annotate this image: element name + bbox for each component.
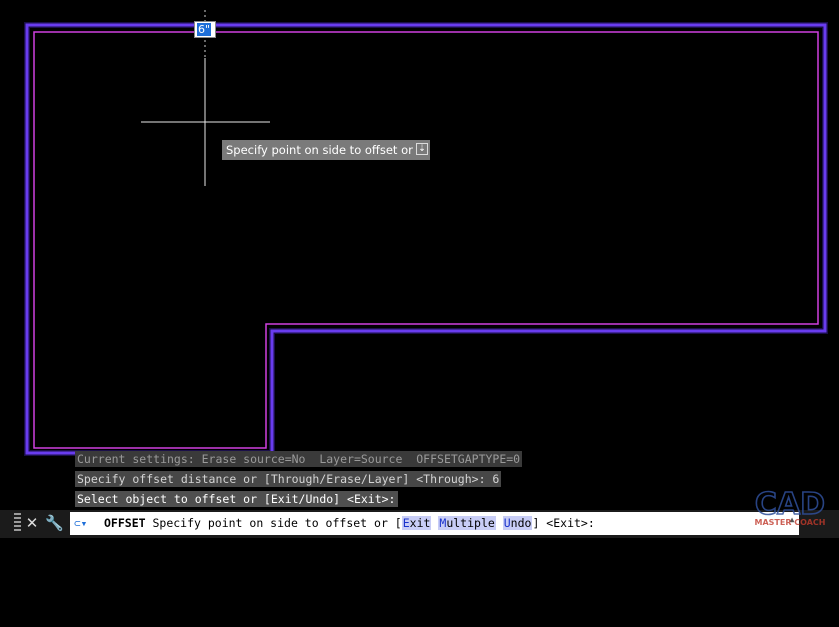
offset-outline-outer-glow	[24, 22, 828, 456]
logo-top-text: CAD	[755, 487, 825, 522]
command-prompt-text: Specify point on side to offset or [	[145, 516, 402, 530]
command-prompt: OFFSET Specify point on side to offset o…	[104, 512, 595, 535]
recent-commands-icon[interactable]: ⊂▾	[74, 516, 98, 531]
command-input[interactable]: ⊂▾ OFFSET Specify point on side to offse…	[70, 512, 799, 535]
command-prompt-suffix: ] <Exit>:	[532, 516, 595, 530]
close-icon[interactable]: ✕	[25, 513, 39, 533]
command-history-line: Current settings: Erase source=No Layer=…	[75, 451, 523, 467]
command-line-bar: ✕ 🔧 ⊂▾ OFFSET Specify point on side to o…	[0, 510, 839, 538]
tooltip-options-icon[interactable]: ⇣	[416, 143, 428, 155]
drag-handle-icon[interactable]	[14, 513, 21, 533]
command-prompt-tooltip: Specify point on side to offset or ⇣	[222, 140, 430, 160]
option-undo[interactable]: Undo	[502, 516, 533, 530]
dynamic-input-distance[interactable]: 6"	[194, 21, 216, 38]
offset-outline-outer[interactable]	[25, 23, 827, 455]
cad-master-coach-logo: CAD MASTER COACH	[754, 486, 826, 527]
crosshair-cursor	[141, 58, 270, 186]
command-history-line: Specify offset distance or [Through/Eras…	[75, 471, 502, 487]
option-exit[interactable]: Exit	[401, 516, 432, 530]
option-multiple[interactable]: Multiple	[438, 516, 496, 530]
source-polyline[interactable]	[33, 31, 819, 449]
command-name: OFFSET	[104, 516, 146, 530]
wrench-icon[interactable]: 🔧	[45, 513, 64, 533]
tooltip-text: Specify point on side to offset or	[226, 143, 413, 157]
command-history-line: Select object to offset or [Exit/Undo] <…	[75, 491, 398, 507]
dynamic-input-value: 6"	[197, 23, 212, 36]
logo-bottom-text: MASTER COACH	[755, 518, 826, 527]
